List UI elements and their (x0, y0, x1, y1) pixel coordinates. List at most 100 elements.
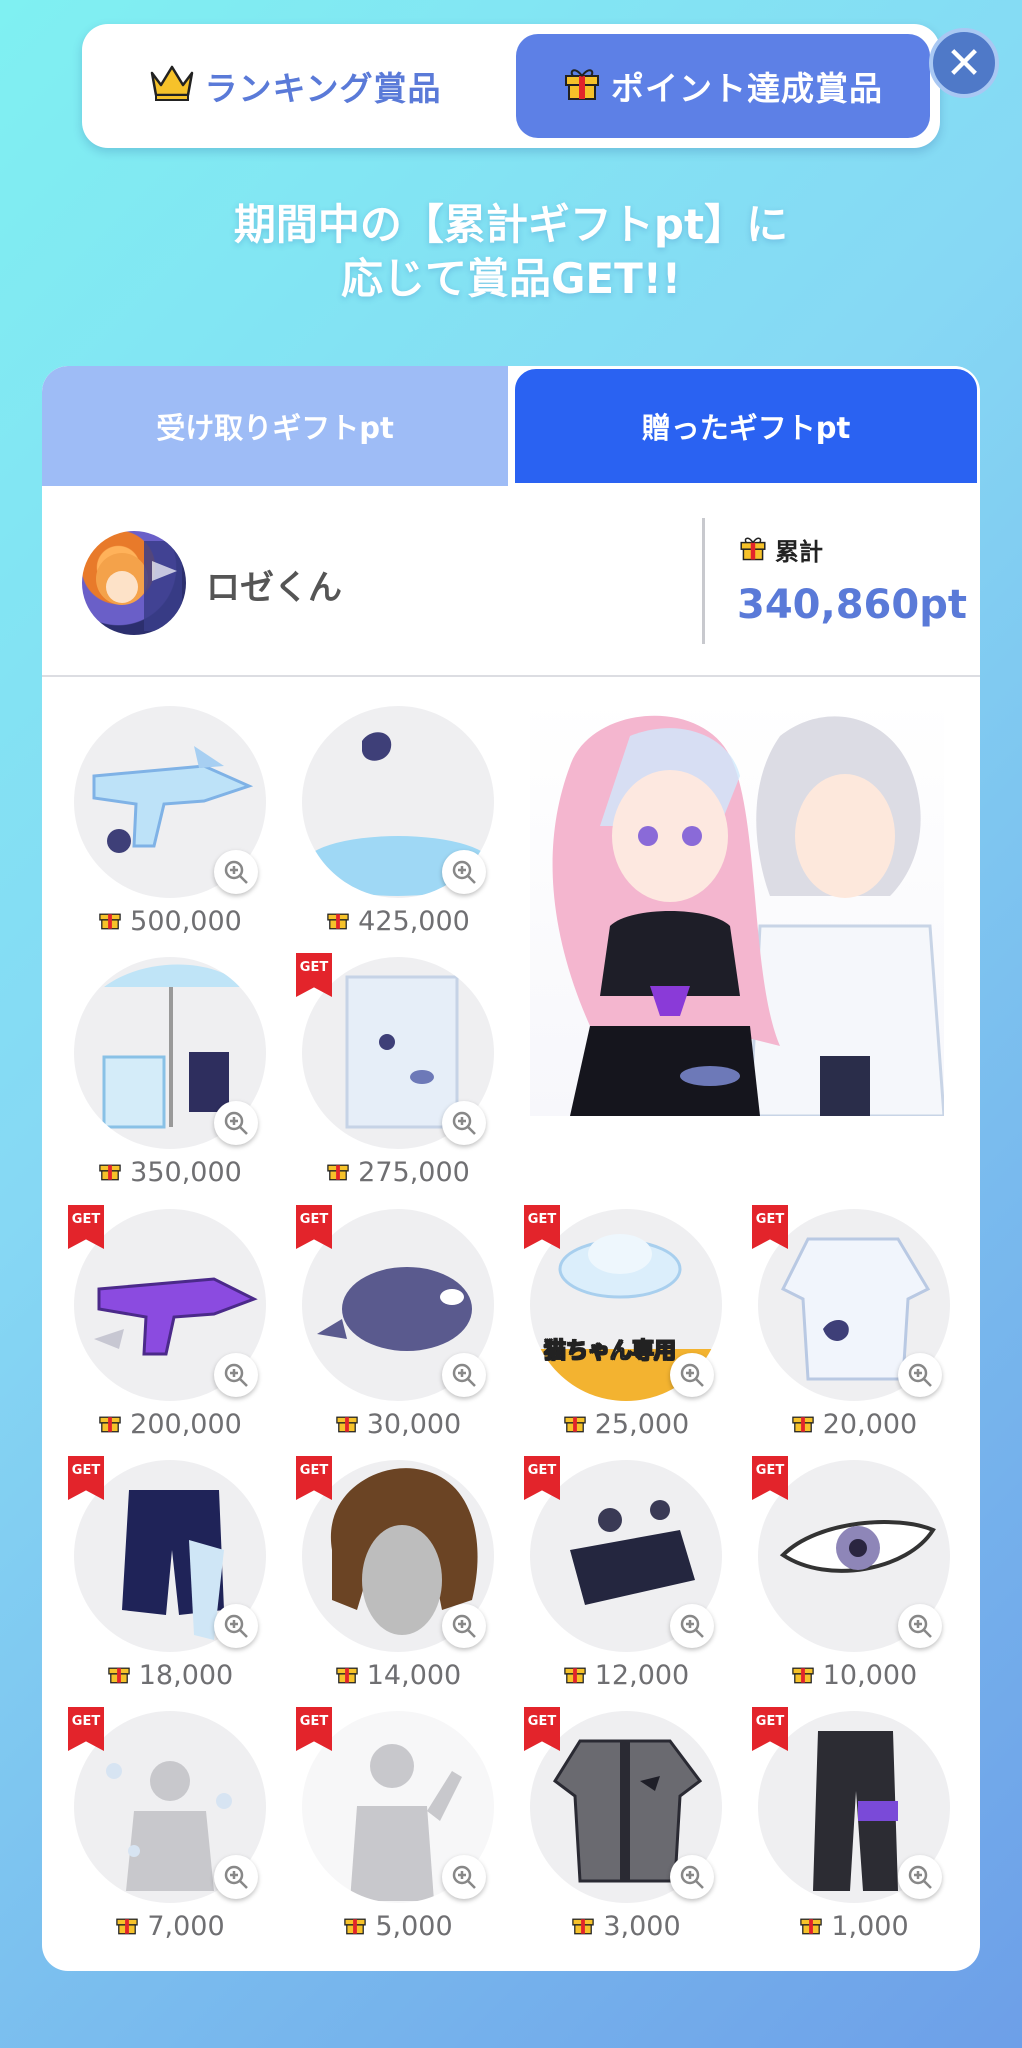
prize-price-value: 25,000 (594, 1409, 690, 1440)
prize-item[interactable]: GET 12,000 (520, 1456, 732, 1700)
prize-item[interactable]: GET 200,000 (64, 1205, 274, 1449)
prize-price-value: 500,000 (130, 906, 242, 937)
zoom-icon[interactable] (898, 1604, 942, 1648)
prize-price-value: 200,000 (130, 1409, 242, 1440)
prize-price: 12,000 (520, 1660, 732, 1691)
get-badge: GET (68, 1205, 104, 1249)
prize-item[interactable]: GET 3,000 (520, 1707, 732, 1951)
prize-item[interactable]: 猫ちゃん専用 GET 25,000 (520, 1205, 732, 1449)
gift-icon (335, 1409, 359, 1440)
tab-point-prizes[interactable]: ポイント達成賞品 (516, 34, 930, 138)
zoom-icon[interactable] (670, 1604, 714, 1648)
prize-price-value: 14,000 (366, 1660, 462, 1691)
zoom-icon[interactable] (214, 1604, 258, 1648)
prize-item[interactable]: GET 30,000 (292, 1205, 504, 1449)
headline-line-1: 期間中の【累計ギフトpt】に (233, 200, 789, 249)
get-badge: GET (296, 1205, 332, 1249)
total-points: 340,860pt (737, 582, 967, 628)
prize-price-value: 7,000 (147, 1911, 225, 1942)
zoom-icon[interactable] (442, 1855, 486, 1899)
prize-item[interactable]: 425,000 (292, 706, 502, 946)
prize-price-value: 3,000 (603, 1911, 681, 1942)
prize-price: 3,000 (520, 1911, 732, 1942)
prize-panel: 受け取りギフトpt 贈ったギフトpt ロゼくん 累計 340,860pt 500… (42, 366, 980, 1971)
tab-sent-gifts[interactable]: 贈ったギフトpt (512, 366, 980, 486)
prize-price-value: 30,000 (366, 1409, 462, 1440)
prize-price: 30,000 (292, 1409, 504, 1440)
get-badge: GET (752, 1205, 788, 1249)
zoom-icon[interactable] (214, 1353, 258, 1397)
get-badge: GET (524, 1707, 560, 1751)
gift-icon (115, 1911, 139, 1942)
prize-price: 1,000 (748, 1911, 960, 1942)
prize-item[interactable]: GET 10,000 (748, 1456, 958, 1700)
prize-type-switcher: ランキング賞品 ポイント達成賞品 (82, 24, 940, 148)
tab-received-gifts[interactable]: 受け取りギフトpt (42, 366, 508, 486)
gift-icon (563, 63, 601, 109)
gift-icon (563, 1660, 587, 1691)
tab-ranking-prizes[interactable]: ランキング賞品 (96, 34, 496, 138)
prize-item[interactable]: GET 7,000 (64, 1707, 274, 1951)
tab-received-label: 受け取りギフトpt (156, 411, 394, 445)
zoom-icon[interactable] (442, 1604, 486, 1648)
gift-icon (343, 1911, 367, 1942)
zoom-icon[interactable] (214, 850, 258, 894)
get-badge: GET (296, 953, 332, 997)
get-badge: GET (752, 1707, 788, 1751)
featured-avatars-image (530, 696, 944, 1116)
prize-item[interactable]: GET 5,000 (292, 1707, 504, 1951)
headline-line-2: 応じて賞品GET!! (340, 254, 682, 303)
zoom-icon[interactable] (214, 1855, 258, 1899)
prize-item[interactable]: GET 18,000 (64, 1456, 276, 1700)
prize-price: 18,000 (64, 1660, 276, 1691)
zoom-icon[interactable] (442, 1353, 486, 1397)
zoom-icon[interactable] (214, 1101, 258, 1145)
prize-item[interactable]: 350,000 (64, 957, 274, 1197)
zoom-icon[interactable] (442, 1101, 486, 1145)
gift-icon (98, 1409, 122, 1440)
zoom-icon[interactable] (898, 1353, 942, 1397)
prize-price-value: 20,000 (822, 1409, 918, 1440)
headline: 期間中の【累計ギフトpt】に 応じて賞品GET!! (0, 198, 1022, 306)
prize-price-value: 1,000 (831, 1911, 909, 1942)
user-summary: ロゼくん 累計 340,860pt (42, 486, 980, 677)
prize-price: 5,000 (292, 1911, 504, 1942)
prize-price-value: 10,000 (822, 1660, 918, 1691)
prize-price: 425,000 (292, 906, 504, 937)
gift-icon (326, 1157, 350, 1188)
tab-sent-label: 贈ったギフトpt (641, 411, 851, 445)
get-badge: GET (296, 1456, 332, 1500)
gift-icon (98, 1157, 122, 1188)
divider (702, 518, 705, 644)
prize-item[interactable]: GET 1,000 (748, 1707, 960, 1951)
close-icon: ✕ (945, 37, 983, 89)
prize-price: 275,000 (292, 1157, 504, 1188)
zoom-icon[interactable] (670, 1855, 714, 1899)
prize-item[interactable]: GET 20,000 (748, 1205, 958, 1449)
total-label-text: 累計 (775, 538, 823, 566)
total-label: 累計 (739, 532, 823, 567)
zoom-icon[interactable] (898, 1855, 942, 1899)
prize-price-value: 425,000 (358, 906, 470, 937)
prize-price-value: 5,000 (375, 1911, 453, 1942)
prize-price-value: 12,000 (594, 1660, 690, 1691)
prize-price: 500,000 (64, 906, 276, 937)
avatar (82, 531, 186, 635)
prize-price: 14,000 (292, 1660, 504, 1691)
gift-icon (791, 1660, 815, 1691)
close-button[interactable]: ✕ (929, 28, 999, 98)
prize-item[interactable]: GET 14,000 (292, 1456, 504, 1700)
prize-price: 350,000 (64, 1157, 276, 1188)
gift-icon (335, 1660, 359, 1691)
prize-price: 25,000 (520, 1409, 732, 1440)
get-badge: GET (752, 1456, 788, 1500)
gift-icon (739, 533, 767, 567)
zoom-icon[interactable] (442, 850, 486, 894)
tab-ranking-label: ランキング賞品 (204, 69, 442, 108)
prize-price-value: 18,000 (138, 1660, 234, 1691)
prize-item[interactable]: GET 275,000 (292, 953, 504, 1197)
zoom-icon[interactable] (670, 1353, 714, 1397)
gift-icon (799, 1911, 823, 1942)
gift-icon (791, 1409, 815, 1440)
prize-item[interactable]: 500,000 (64, 706, 274, 946)
